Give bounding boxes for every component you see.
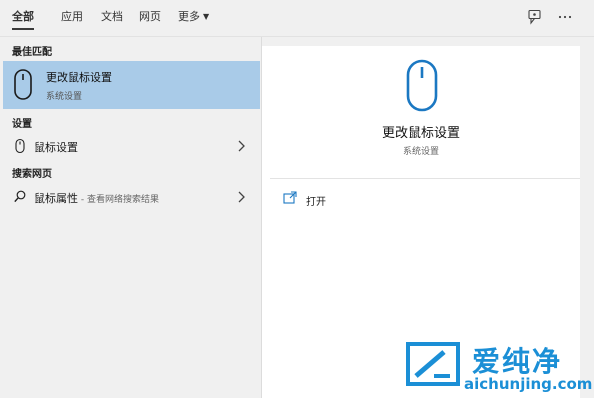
best-match-subtitle: 系统设置 [46, 92, 83, 102]
open-icon [283, 191, 297, 204]
web-result-label: 鼠标属性 - 查看网络搜索结果 [34, 190, 159, 206]
tab-apps[interactable]: 应用 [61, 10, 83, 28]
tab-more[interactable]: 更多 ▼ [178, 10, 209, 28]
settings-heading: 设置 [12, 119, 32, 130]
tab-web[interactable]: 网页 [139, 10, 161, 28]
feedback-icon[interactable] [526, 8, 544, 26]
search-icon [14, 190, 26, 203]
watermark-brand: 爱纯净 [472, 345, 563, 378]
filter-tab-bar: 全部 应用 文档 网页 更多 ▼ [0, 0, 594, 37]
web-search-heading: 搜索网页 [12, 169, 52, 180]
chevron-right-icon[interactable] [236, 139, 246, 153]
mouse-small-icon [15, 138, 25, 154]
mouse-icon [406, 59, 438, 112]
web-result-item[interactable]: 鼠标属性 - 查看网络搜索结果 [3, 185, 260, 209]
ellipsis-icon[interactable] [556, 8, 574, 26]
chevron-right-icon[interactable] [236, 190, 246, 204]
best-match-title: 更改鼠标设置 [46, 71, 112, 84]
tab-more-label: 更多 [178, 10, 200, 23]
preview-title: 更改鼠标设置 [381, 126, 460, 141]
best-match-item[interactable]: 更改鼠标设置 系统设置 [3, 61, 260, 109]
brand-logo-icon [406, 342, 460, 386]
chevron-down-icon: ▼ [203, 12, 210, 21]
divider [270, 178, 580, 179]
web-result-title: 鼠标属性 [34, 192, 78, 205]
open-action-label: 打开 [306, 197, 326, 208]
preview-subtitle: 系统设置 [402, 147, 439, 157]
best-match-heading: 最佳匹配 [12, 47, 52, 58]
results-pane: 最佳匹配 更改鼠标设置 系统设置 设置 鼠标设置 搜索网页 鼠标属性 - 查看网… [0, 37, 262, 398]
settings-result-label: 鼠标设置 [34, 141, 78, 154]
watermark-url: aichunjing.com [464, 375, 593, 393]
mouse-icon [14, 69, 32, 100]
tab-documents[interactable]: 文档 [101, 10, 123, 28]
settings-result-item[interactable]: 鼠标设置 [3, 134, 260, 158]
web-result-suffix: - 查看网络搜索结果 [78, 195, 159, 205]
tab-all[interactable]: 全部 [12, 10, 34, 30]
watermark: 爱纯净 aichunjing.com [404, 340, 593, 396]
